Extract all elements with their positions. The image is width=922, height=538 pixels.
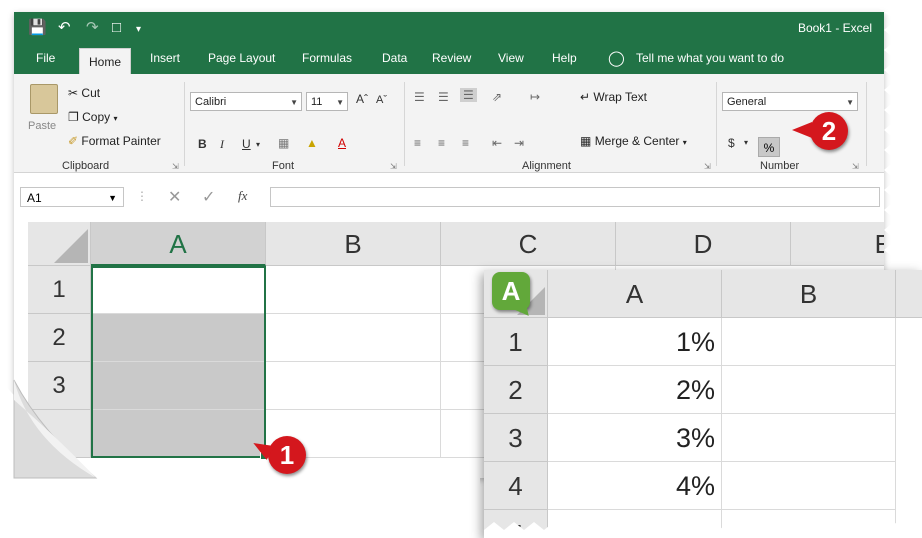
inset-cell-a4[interactable]: 4%	[548, 462, 722, 510]
cell[interactable]	[722, 462, 896, 510]
cell[interactable]	[722, 318, 896, 366]
step-2-callout: 2	[792, 112, 848, 150]
step-1-callout: 1	[268, 436, 306, 474]
inset-row-header[interactable]: 1	[484, 318, 548, 366]
inset-column-header[interactable]: B	[722, 270, 896, 318]
inset-cell-a2[interactable]: 2%	[548, 366, 722, 414]
inset-row-header[interactable]: 2	[484, 366, 548, 414]
inset-row-header[interactable]: 4	[484, 462, 548, 510]
torn-edge-decoration	[484, 522, 922, 538]
cell[interactable]	[722, 366, 896, 414]
cell[interactable]	[722, 414, 896, 462]
result-inset: A B 1 2 3 4 5 1% 2% 3% 4%	[484, 270, 922, 538]
inset-column-header[interactable]: A	[548, 270, 722, 318]
inset-cell-a1[interactable]: 1%	[548, 318, 722, 366]
screenshot-scene: 💾 ↶ ↷ □ ▾ Book1 - Excel File Home Insert…	[0, 0, 922, 538]
result-a-callout: A	[492, 272, 530, 310]
inset-cell-a3[interactable]: 3%	[548, 414, 722, 462]
inset-column-header[interactable]	[896, 270, 922, 318]
inset-row-header[interactable]: 3	[484, 414, 548, 462]
